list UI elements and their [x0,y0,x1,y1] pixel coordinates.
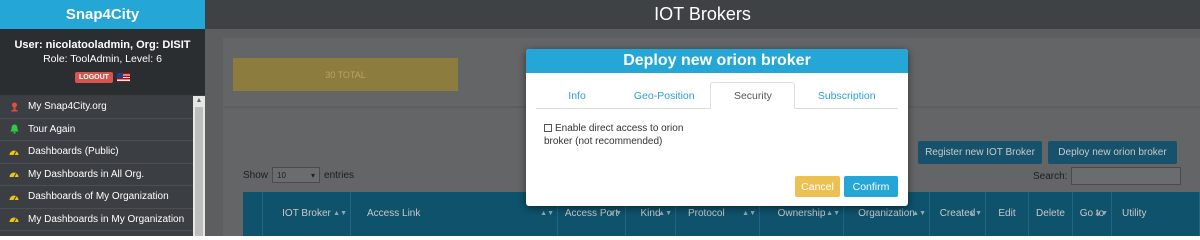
scroll-up-arrow-icon[interactable]: ▲ [193,96,205,106]
user-info: User: nicolatooladmin, Org: DISIT Role: … [0,29,205,95]
column-label: Protocol [688,208,725,219]
sidebar-menu: My Snap4City.org Tour Again Dashboards (… [0,96,193,231]
sidebar-item-label: Dashboards of My Organization [28,191,169,203]
column-label: Utility [1122,208,1147,219]
sort-icon: ▲▼ [608,210,622,217]
pin-icon [9,102,19,112]
sidebar-item-my-dashboards-my-org[interactable]: My Dashboards in My Organization [0,208,193,231]
deploy-orion-broker-button[interactable]: Deploy new orion broker [1048,141,1177,164]
page-header: IOT Brokers [205,0,1200,29]
sidebar-scrollbar[interactable]: ▲ [193,96,205,236]
bell-icon [9,124,19,135]
sort-icon: ▲▼ [333,210,347,217]
sort-icon: ▲▼ [742,210,756,217]
table-header-spacer [243,192,263,236]
sidebar-item-my-dashboards-all-org[interactable]: My Dashboards in All Org. [0,163,193,186]
sort-icon: ▲▼ [912,210,926,217]
column-header-delete[interactable]: Delete [1029,192,1073,236]
user-line: User: nicolatooladmin, Org: DISIT [14,39,191,51]
tab-info[interactable]: Info [536,82,618,109]
sort-icon: ▲▼ [540,210,554,217]
search-label: Search: [1033,170,1068,182]
dashboard-icon [9,192,19,202]
logout-button[interactable]: LOGOUT [75,72,113,83]
deploy-orion-broker-modal: Deploy new orion broker Info Geo-Positio… [526,49,908,206]
modal-body: Enable direct access to orion broker (no… [544,122,704,148]
column-label: Ownership [777,208,826,219]
cancel-button[interactable]: Cancel [795,176,840,197]
sidebar: Snap4City User: nicolatooladmin, Org: DI… [0,0,205,236]
page-title: IOT Brokers [654,4,751,24]
register-iot-broker-button[interactable]: Register new IOT Broker [918,141,1042,164]
show-label: Show [243,169,269,181]
sidebar-item-my-snap4city[interactable]: My Snap4City.org [0,96,193,119]
entries-value: 10 [277,170,286,180]
confirm-button[interactable]: Confirm [844,176,898,197]
sidebar-item-dashboards-public[interactable]: Dashboards (Public) [0,141,193,164]
scroll-thumb[interactable] [195,107,203,236]
sidebar-item-label: My Dashboards in My Organization [28,213,185,225]
us-flag-icon[interactable] [116,73,130,82]
dashboard-icon [9,147,19,157]
entries-control: Show 10 ▾ entries [243,167,354,183]
tab-security[interactable]: Security [710,82,796,109]
direct-access-checkbox[interactable] [544,124,552,132]
column-header-created[interactable]: Created ▲▼ [930,192,986,236]
modal-footer: Cancel Confirm [795,176,898,197]
column-label: Delete [1036,208,1065,219]
column-label: Edit [998,208,1016,219]
column-header-iot-broker[interactable]: IOT Broker ▲▼ [263,192,351,236]
search-control: Search: [1033,167,1182,185]
dashboard-icon [9,214,19,224]
sidebar-item-label: Dashboards (Public) [28,146,119,158]
tab-subscription[interactable]: Subscription [795,82,898,109]
column-header-go-to[interactable]: Go to ▲▼ [1073,192,1112,236]
search-input[interactable] [1071,167,1182,185]
direct-access-label: Enable direct access to orion broker (no… [544,123,684,147]
role-line: Role: ToolAdmin, Level: 6 [43,53,162,65]
sidebar-item-tour-again[interactable]: Tour Again [0,118,193,141]
logout-row: LOGOUT [0,72,205,83]
brand-title[interactable]: Snap4City [0,0,205,29]
sidebar-item-label: My Dashboards in All Org. [28,168,145,180]
sort-icon: ▲▼ [658,210,672,217]
chevron-down-icon: ▾ [311,170,316,180]
sidebar-item-label: Tour Again [28,123,76,135]
tab-geo-position[interactable]: Geo-Position [618,82,710,109]
column-header-edit[interactable]: Edit [986,192,1029,236]
entries-select[interactable]: 10 ▾ [272,167,321,183]
column-label: IOT Broker [282,208,331,219]
sort-icon: ▲▼ [968,210,982,217]
sidebar-item-dashboards-my-org[interactable]: Dashboards of My Organization [0,186,193,209]
entries-label: entries [324,169,355,181]
column-header-utility[interactable]: Utility [1112,192,1200,236]
column-label: Access Link [367,208,421,219]
column-label: Organization [858,208,915,219]
sidebar-item-label: My Snap4City.org [28,101,107,113]
sort-icon: ▲▼ [1094,210,1108,217]
total-count-card: 30 TOTAL [233,58,458,91]
sort-icon: ▲▼ [826,210,840,217]
modal-tabs: Info Geo-Position Security Subscription [536,82,898,109]
modal-title: Deploy new orion broker [526,49,908,73]
dashboard-icon [9,169,19,179]
